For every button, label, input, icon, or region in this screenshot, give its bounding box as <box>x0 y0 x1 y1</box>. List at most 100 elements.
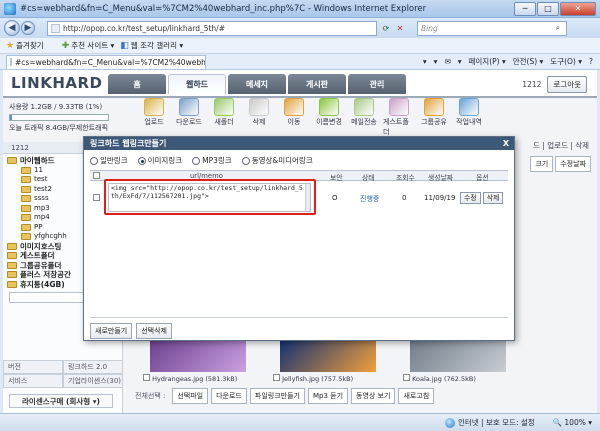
nav-tab-2[interactable]: 메세지 <box>228 74 286 94</box>
search-icon[interactable]: ⌕ <box>550 23 566 33</box>
new-folder-button[interactable]: 새폴더 <box>208 98 240 127</box>
action-3[interactable]: 파일링크만들기 <box>249 388 305 404</box>
thumbnail-item[interactable]: Koala.jpg (762.5kB) <box>403 338 513 383</box>
thumbnail-item[interactable]: Jellyfish.jpg (757.5kB) <box>273 338 383 383</box>
ie-tool-3[interactable]: ▾ <box>458 57 462 66</box>
thumbnail-size: (762.5kB) <box>443 375 476 383</box>
group-share-button[interactable]: 그룹공유 <box>418 98 450 137</box>
thumbnail-caption: Hydrangeas.jpg (581.3kB) <box>143 374 253 383</box>
action-5[interactable]: 동영상 보기 <box>351 388 396 404</box>
refresh-icon[interactable]: ⟳ <box>379 21 393 36</box>
logout-button[interactable]: 로그아웃 <box>547 76 587 93</box>
thumbnail-item[interactable]: Hydrangeas.jpg (581.3kB) <box>143 338 253 383</box>
history-button[interactable]: 작업내역 <box>453 98 485 137</box>
row-checkbox[interactable] <box>93 194 100 201</box>
delete-selected-button[interactable]: 선택삭제 <box>136 323 172 339</box>
favorites-button[interactable]: ★ 즐겨찾기 <box>6 40 44 51</box>
license-purchase-select[interactable]: 라이센스구매 (회사형 ▾) <box>9 394 113 408</box>
folder-icon <box>21 214 31 222</box>
search-input[interactable]: Bing ⌕ <box>417 20 567 36</box>
action-1[interactable]: 선택파일 <box>172 388 209 404</box>
delete-button[interactable]: 삭제 <box>243 98 275 127</box>
web-slice-gallery-button[interactable]: ◧ 웹 조각 갤러리 ▾ <box>120 40 183 51</box>
nav-tab-4[interactable]: 관리 <box>348 74 406 94</box>
ie-tool-1[interactable]: ▾ <box>434 57 438 66</box>
folder-icon <box>21 233 31 241</box>
thumbnail-name: Hydrangeas.jpg <box>150 375 206 383</box>
thumbnail-image[interactable] <box>410 338 506 372</box>
forward-button[interactable]: ▶ <box>21 21 35 35</box>
nav-tab-3[interactable]: 게시판 <box>288 74 346 94</box>
thumbnail-image[interactable] <box>150 338 246 372</box>
radio-dot[interactable] <box>90 156 98 165</box>
move-button[interactable]: 이동 <box>278 98 310 127</box>
link-type-radio-1[interactable]: 이미지링크 <box>137 155 182 166</box>
new-link-button[interactable]: 새로만들기 <box>90 323 133 339</box>
link-type-radio-0[interactable]: 일반링크 <box>90 155 128 166</box>
folder-label: PP <box>34 222 43 231</box>
rename-button[interactable]: 이름변경 <box>313 98 345 127</box>
action-4[interactable]: Mp3 듣기 <box>307 388 349 404</box>
back-button[interactable]: ◀ <box>4 20 20 36</box>
info-tab-1[interactable]: 링크하드 2.0 <box>63 360 123 374</box>
thumbnail-size: (757.5kB) <box>321 375 354 383</box>
folder-icon <box>21 166 31 174</box>
download-button[interactable]: 다운로드 <box>173 98 205 127</box>
security-zone[interactable]: 인터넷 | 보호 모드: 설정 <box>458 417 535 428</box>
status-bar: 인터넷 | 보호 모드: 설정 🔍 100% ▾ <box>0 413 600 431</box>
ie-logo-icon <box>4 2 16 15</box>
thumbnail-checkbox[interactable] <box>403 374 410 381</box>
window-title: #cs=webhard&fn=C_Menu&val=%7CM2%40webhar… <box>20 3 427 14</box>
row-views: 0 <box>402 194 407 202</box>
info-tab-2[interactable]: 서비스 <box>3 374 63 388</box>
info-tab-0[interactable]: 버전 <box>3 360 63 374</box>
radio-dot[interactable] <box>192 156 201 165</box>
ie-tool-4[interactable]: 페이지(P) ▾ <box>469 56 506 67</box>
sort-button-1[interactable]: 수정날짜 <box>555 156 591 172</box>
thumbnail-checkbox[interactable] <box>143 374 150 381</box>
nav-tab-0[interactable]: 홈 <box>108 74 166 94</box>
favorites-bar: ★ 즐겨찾기 ✚ 추천 사이트 ▾ ◧ 웹 조각 갤러리 ▾ <box>0 38 600 54</box>
ie-tool-7[interactable]: ? <box>589 57 593 66</box>
folder-label: mp3 <box>34 203 50 212</box>
ie-tool-0[interactable]: ▾ <box>423 57 427 66</box>
url-field[interactable]: http://opop.co.kr/test_setup/linkhard_5t… <box>47 20 377 36</box>
ie-tool-6[interactable]: 도구(O) ▾ <box>550 56 582 67</box>
file-toolbar: 업로드 다운로드 새폴더 삭제 이동 이름변경 메일전송 <box>138 98 383 127</box>
ie-tab-current[interactable]: #cs=webhard&fn=C_Menu&val=%7CM2%40webhar… <box>6 54 206 69</box>
folder-label: yfghcghh <box>34 232 67 240</box>
tab-page-icon <box>10 58 12 66</box>
action-6[interactable]: 새로고침 <box>398 388 435 404</box>
guest-folder-button[interactable]: 게스트폴더 <box>383 98 415 137</box>
ie-tool-5[interactable]: 안전(S) ▾ <box>513 56 544 67</box>
nav-tab-1[interactable]: 웹하드 <box>168 74 226 94</box>
row-status[interactable]: 진행중 <box>360 194 379 204</box>
suggested-sites-button[interactable]: ✚ 추천 사이트 ▾ <box>62 40 115 51</box>
link-type-radio-3[interactable]: 동영상&미디어링크 <box>241 155 313 166</box>
traffic-text: 오늘 트래픽 8.4GB/무제한트래픽 <box>9 124 109 132</box>
thumbnail-checkbox[interactable] <box>273 374 280 381</box>
maximize-button[interactable]: □ <box>537 1 559 16</box>
action-2[interactable]: 다운로드 <box>211 388 247 404</box>
close-window-button[interactable]: ✕ <box>560 1 596 16</box>
thumbnail-image[interactable] <box>280 338 376 372</box>
folder-label: 게스트폴더 <box>20 251 55 260</box>
user-id: 1212 <box>522 80 542 89</box>
stop-icon[interactable]: ✕ <box>393 21 407 36</box>
mail-button[interactable]: 메일전송 <box>348 98 380 127</box>
upload-button[interactable]: 업로드 <box>138 98 170 127</box>
radio-dot[interactable] <box>241 156 250 165</box>
ie-tool-2[interactable]: ✉ <box>444 57 450 66</box>
select-all-checkbox[interactable] <box>93 172 100 179</box>
link-type-radio-2[interactable]: MP3링크 <box>192 155 232 166</box>
sort-button-0[interactable]: 크기 <box>530 156 554 172</box>
zoom-control[interactable]: 🔍 100% ▾ <box>553 418 592 427</box>
minimize-button[interactable]: ─ <box>514 1 536 16</box>
modal-close-button[interactable]: X <box>503 139 509 148</box>
folder-icon <box>21 223 31 231</box>
folder-label: 11 <box>34 165 43 174</box>
delete-link-button[interactable]: 삭제 <box>482 192 504 204</box>
radio-dot[interactable] <box>137 156 146 165</box>
edit-link-button[interactable]: 수정 <box>460 192 481 204</box>
info-tab-3[interactable]: 기업라이센스(30) <box>63 374 123 388</box>
